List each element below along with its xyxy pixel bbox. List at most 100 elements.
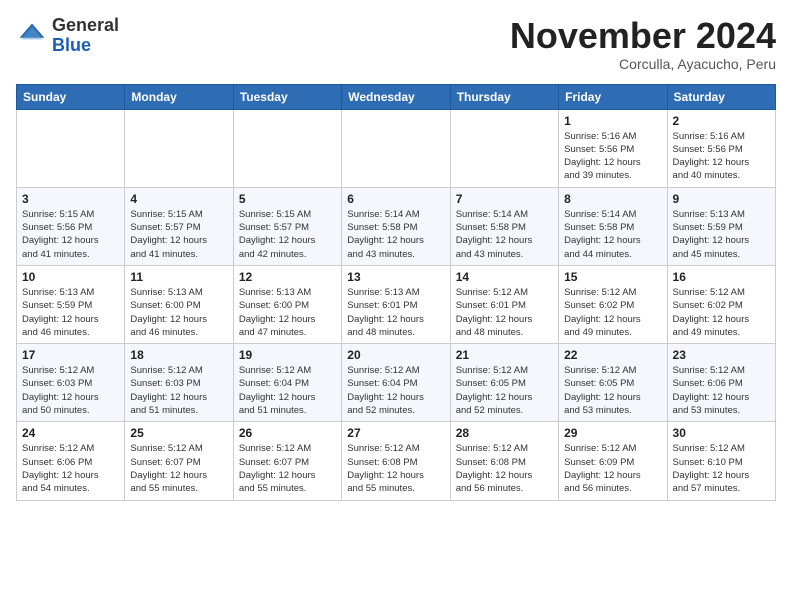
calendar-cell: 16 Sunrise: 5:12 AM Sunset: 6:02 PM Dayli… (667, 265, 775, 343)
calendar-table: SundayMondayTuesdayWednesdayThursdayFrid… (16, 84, 776, 501)
calendar-week-5: 24 Sunrise: 5:12 AM Sunset: 6:06 PM Dayli… (17, 422, 776, 500)
location-subtitle: Corculla, Ayacucho, Peru (510, 56, 776, 72)
day-info: Sunrise: 5:12 AM Sunset: 6:06 PM Dayligh… (673, 364, 770, 417)
calendar-cell (450, 109, 558, 187)
calendar-cell: 3 Sunrise: 5:15 AM Sunset: 5:56 PM Daylig… (17, 187, 125, 265)
calendar-cell: 25Sunrise: 5:12 AM Sunset: 6:07 PM Dayli… (125, 422, 233, 500)
calendar-cell: 12 Sunrise: 5:13 AM Sunset: 6:00 PM Dayli… (233, 265, 341, 343)
day-info: Sunrise: 5:13 AM Sunset: 5:59 PM Dayligh… (22, 286, 119, 339)
day-number: 21 (456, 348, 553, 362)
calendar-cell: 26Sunrise: 5:12 AM Sunset: 6:07 PM Dayli… (233, 422, 341, 500)
calendar-cell: 1Sunrise: 5:16 AM Sunset: 5:56 PM Daylig… (559, 109, 667, 187)
logo-general-text: General (52, 16, 119, 36)
day-number: 4 (130, 192, 227, 206)
day-number: 7 (456, 192, 553, 206)
calendar-cell: 24 Sunrise: 5:12 AM Sunset: 6:06 PM Dayli… (17, 422, 125, 500)
day-number: 22 (564, 348, 661, 362)
day-number: 11 (130, 270, 227, 284)
calendar-cell: 20Sunrise: 5:12 AM Sunset: 6:04 PM Dayli… (342, 344, 450, 422)
day-info: Sunrise: 5:12 AM Sunset: 6:06 PM Dayligh… (22, 442, 119, 495)
calendar-cell (233, 109, 341, 187)
day-info: Sunrise: 5:12 AM Sunset: 6:02 PM Dayligh… (564, 286, 661, 339)
calendar-cell: 2 Sunrise: 5:16 AM Sunset: 5:56 PM Daylig… (667, 109, 775, 187)
day-info: Sunrise: 5:12 AM Sunset: 6:04 PM Dayligh… (239, 364, 336, 417)
calendar-cell: 27Sunrise: 5:12 AM Sunset: 6:08 PM Dayli… (342, 422, 450, 500)
day-info: Sunrise: 5:15 AM Sunset: 5:57 PM Dayligh… (130, 208, 227, 261)
calendar-week-2: 3 Sunrise: 5:15 AM Sunset: 5:56 PM Daylig… (17, 187, 776, 265)
day-info: Sunrise: 5:12 AM Sunset: 6:03 PM Dayligh… (22, 364, 119, 417)
logo: General Blue (16, 16, 119, 56)
day-info: Sunrise: 5:13 AM Sunset: 6:01 PM Dayligh… (347, 286, 444, 339)
day-info: Sunrise: 5:12 AM Sunset: 6:02 PM Dayligh… (673, 286, 770, 339)
day-info: Sunrise: 5:14 AM Sunset: 5:58 PM Dayligh… (347, 208, 444, 261)
calendar-cell: 14 Sunrise: 5:12 AM Sunset: 6:01 PM Dayli… (450, 265, 558, 343)
day-info: Sunrise: 5:12 AM Sunset: 6:07 PM Dayligh… (130, 442, 227, 495)
day-number: 30 (673, 426, 770, 440)
day-info: Sunrise: 5:13 AM Sunset: 6:00 PM Dayligh… (239, 286, 336, 339)
day-info: Sunrise: 5:12 AM Sunset: 6:10 PM Dayligh… (673, 442, 770, 495)
weekday-header-sunday: Sunday (17, 84, 125, 109)
day-info: Sunrise: 5:12 AM Sunset: 6:03 PM Dayligh… (130, 364, 227, 417)
day-info: Sunrise: 5:12 AM Sunset: 6:09 PM Dayligh… (564, 442, 661, 495)
day-number: 6 (347, 192, 444, 206)
calendar-cell: 13Sunrise: 5:13 AM Sunset: 6:01 PM Dayli… (342, 265, 450, 343)
month-title: November 2024 (510, 16, 776, 56)
weekday-header-row: SundayMondayTuesdayWednesdayThursdayFrid… (17, 84, 776, 109)
calendar-cell: 9 Sunrise: 5:13 AM Sunset: 5:59 PM Daylig… (667, 187, 775, 265)
day-number: 18 (130, 348, 227, 362)
day-number: 9 (673, 192, 770, 206)
calendar-cell: 7 Sunrise: 5:14 AM Sunset: 5:58 PM Daylig… (450, 187, 558, 265)
day-number: 29 (564, 426, 661, 440)
calendar-cell: 10 Sunrise: 5:13 AM Sunset: 5:59 PM Dayli… (17, 265, 125, 343)
calendar-cell (125, 109, 233, 187)
calendar-cell (342, 109, 450, 187)
calendar-cell: 21 Sunrise: 5:12 AM Sunset: 6:05 PM Dayli… (450, 344, 558, 422)
day-info: Sunrise: 5:12 AM Sunset: 6:04 PM Dayligh… (347, 364, 444, 417)
title-block: November 2024 Corculla, Ayacucho, Peru (510, 16, 776, 72)
day-info: Sunrise: 5:12 AM Sunset: 6:05 PM Dayligh… (564, 364, 661, 417)
day-info: Sunrise: 5:15 AM Sunset: 5:56 PM Dayligh… (22, 208, 119, 261)
calendar-cell: 6 Sunrise: 5:14 AM Sunset: 5:58 PM Daylig… (342, 187, 450, 265)
calendar-week-3: 10 Sunrise: 5:13 AM Sunset: 5:59 PM Dayli… (17, 265, 776, 343)
day-number: 12 (239, 270, 336, 284)
day-number: 16 (673, 270, 770, 284)
day-number: 26 (239, 426, 336, 440)
day-number: 10 (22, 270, 119, 284)
calendar-cell: 15Sunrise: 5:12 AM Sunset: 6:02 PM Dayli… (559, 265, 667, 343)
day-info: Sunrise: 5:12 AM Sunset: 6:08 PM Dayligh… (456, 442, 553, 495)
day-number: 23 (673, 348, 770, 362)
day-info: Sunrise: 5:16 AM Sunset: 5:56 PM Dayligh… (564, 130, 661, 183)
day-info: Sunrise: 5:12 AM Sunset: 6:08 PM Dayligh… (347, 442, 444, 495)
weekday-header-monday: Monday (125, 84, 233, 109)
day-number: 24 (22, 426, 119, 440)
day-info: Sunrise: 5:12 AM Sunset: 6:01 PM Dayligh… (456, 286, 553, 339)
day-info: Sunrise: 5:13 AM Sunset: 6:00 PM Dayligh… (130, 286, 227, 339)
calendar-cell: 30 Sunrise: 5:12 AM Sunset: 6:10 PM Dayli… (667, 422, 775, 500)
calendar-cell: 28 Sunrise: 5:12 AM Sunset: 6:08 PM Dayli… (450, 422, 558, 500)
day-info: Sunrise: 5:12 AM Sunset: 6:05 PM Dayligh… (456, 364, 553, 417)
day-info: Sunrise: 5:16 AM Sunset: 5:56 PM Dayligh… (673, 130, 770, 183)
day-number: 3 (22, 192, 119, 206)
day-number: 28 (456, 426, 553, 440)
calendar-cell: 23 Sunrise: 5:12 AM Sunset: 6:06 PM Dayli… (667, 344, 775, 422)
weekday-header-tuesday: Tuesday (233, 84, 341, 109)
day-info: Sunrise: 5:13 AM Sunset: 5:59 PM Dayligh… (673, 208, 770, 261)
calendar-cell: 8Sunrise: 5:14 AM Sunset: 5:58 PM Daylig… (559, 187, 667, 265)
calendar-week-4: 17Sunrise: 5:12 AM Sunset: 6:03 PM Dayli… (17, 344, 776, 422)
calendar-cell: 4 Sunrise: 5:15 AM Sunset: 5:57 PM Daylig… (125, 187, 233, 265)
day-number: 2 (673, 114, 770, 128)
calendar-cell: 29 Sunrise: 5:12 AM Sunset: 6:09 PM Dayli… (559, 422, 667, 500)
logo-blue-text: Blue (52, 36, 119, 56)
weekday-header-thursday: Thursday (450, 84, 558, 109)
logo-icon (16, 20, 48, 52)
calendar-cell: 5Sunrise: 5:15 AM Sunset: 5:57 PM Daylig… (233, 187, 341, 265)
day-info: Sunrise: 5:14 AM Sunset: 5:58 PM Dayligh… (564, 208, 661, 261)
day-number: 14 (456, 270, 553, 284)
day-info: Sunrise: 5:14 AM Sunset: 5:58 PM Dayligh… (456, 208, 553, 261)
calendar-cell (17, 109, 125, 187)
calendar-cell: 19 Sunrise: 5:12 AM Sunset: 6:04 PM Dayli… (233, 344, 341, 422)
weekday-header-wednesday: Wednesday (342, 84, 450, 109)
calendar-cell: 22 Sunrise: 5:12 AM Sunset: 6:05 PM Dayli… (559, 344, 667, 422)
page-header: General Blue November 2024 Corculla, Aya… (16, 16, 776, 72)
day-number: 19 (239, 348, 336, 362)
